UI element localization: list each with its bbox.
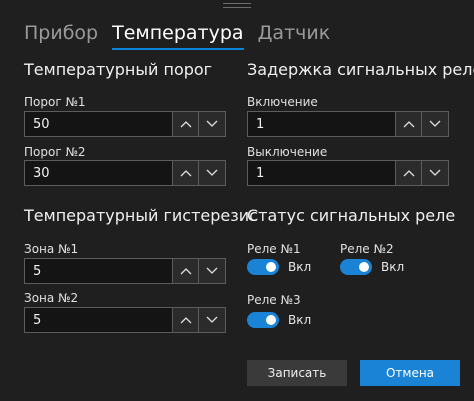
save-button[interactable]: Записать xyxy=(247,360,347,386)
section-title-temp-threshold: Температурный порог xyxy=(24,60,213,79)
field-label-delay-on: Включение xyxy=(247,95,318,109)
relay-2-label: Реле №2 xyxy=(340,242,394,256)
tab-bar: Прибор Температура Датчик xyxy=(24,22,344,50)
delay-off-stepper xyxy=(247,160,449,186)
toggle-knob xyxy=(266,315,276,325)
delay-on-increment-button[interactable] xyxy=(395,111,422,137)
tab-sensor[interactable]: Датчик xyxy=(258,22,331,50)
relay-3-label: Реле №3 xyxy=(247,293,301,307)
field-label-threshold-1: Порог №1 xyxy=(24,95,86,109)
chevron-up-icon xyxy=(180,121,191,128)
zone-1-decrement-button[interactable] xyxy=(199,258,226,284)
chevron-down-icon xyxy=(206,267,218,274)
chevron-down-icon xyxy=(429,120,441,127)
toggle-knob xyxy=(359,262,369,272)
chevron-down-icon xyxy=(206,316,218,323)
relay-3-state: Вкл xyxy=(288,313,312,327)
threshold-1-increment-button[interactable] xyxy=(172,111,199,137)
chevron-up-icon xyxy=(180,317,191,324)
threshold-2-stepper xyxy=(24,160,226,186)
field-label-zone-1: Зона №1 xyxy=(24,242,79,256)
zone-2-input[interactable] xyxy=(24,307,172,333)
tab-temperature[interactable]: Температура xyxy=(112,22,245,50)
delay-off-decrement-button[interactable] xyxy=(422,160,449,186)
zone-1-stepper xyxy=(24,258,226,284)
delay-on-stepper xyxy=(247,111,449,137)
delay-on-input[interactable] xyxy=(247,111,395,137)
cancel-button[interactable]: Отмена xyxy=(360,360,460,386)
delay-on-decrement-button[interactable] xyxy=(422,111,449,137)
field-label-zone-2: Зона №2 xyxy=(24,291,79,305)
zone-2-stepper xyxy=(24,307,226,333)
section-title-temp-hysteresis: Температурный гистерезис xyxy=(24,206,258,225)
zone-1-input[interactable] xyxy=(24,258,172,284)
field-label-threshold-2: Порог №2 xyxy=(24,145,86,159)
threshold-1-stepper xyxy=(24,111,226,137)
threshold-2-input[interactable] xyxy=(24,160,172,186)
relay-2-toggle[interactable] xyxy=(340,259,372,275)
section-title-relay-status: Статус сигнальных реле xyxy=(247,206,456,225)
window-drag-handle[interactable] xyxy=(223,0,251,9)
tab-device[interactable]: Прибор xyxy=(24,22,98,50)
relay-2-state: Вкл xyxy=(381,260,405,274)
zone-1-increment-button[interactable] xyxy=(172,258,199,284)
delay-off-increment-button[interactable] xyxy=(395,160,422,186)
toggle-knob xyxy=(266,262,276,272)
delay-off-input[interactable] xyxy=(247,160,395,186)
relay-1-toggle[interactable] xyxy=(247,259,279,275)
zone-2-increment-button[interactable] xyxy=(172,307,199,333)
chevron-up-icon xyxy=(403,170,414,177)
threshold-1-input[interactable] xyxy=(24,111,172,137)
chevron-down-icon xyxy=(429,169,441,176)
field-label-delay-off: Выключение xyxy=(247,145,328,159)
chevron-down-icon xyxy=(206,120,218,127)
chevron-up-icon xyxy=(180,268,191,275)
zone-2-decrement-button[interactable] xyxy=(199,307,226,333)
relay-1-label: Реле №1 xyxy=(247,242,301,256)
threshold-1-decrement-button[interactable] xyxy=(199,111,226,137)
threshold-2-decrement-button[interactable] xyxy=(199,160,226,186)
chevron-down-icon xyxy=(206,169,218,176)
chevron-up-icon xyxy=(403,121,414,128)
section-title-relay-delay: Задержка сигнальных реле xyxy=(247,60,474,79)
threshold-2-increment-button[interactable] xyxy=(172,160,199,186)
relay-1-state: Вкл xyxy=(288,260,312,274)
relay-3-toggle[interactable] xyxy=(247,312,279,328)
chevron-up-icon xyxy=(180,170,191,177)
